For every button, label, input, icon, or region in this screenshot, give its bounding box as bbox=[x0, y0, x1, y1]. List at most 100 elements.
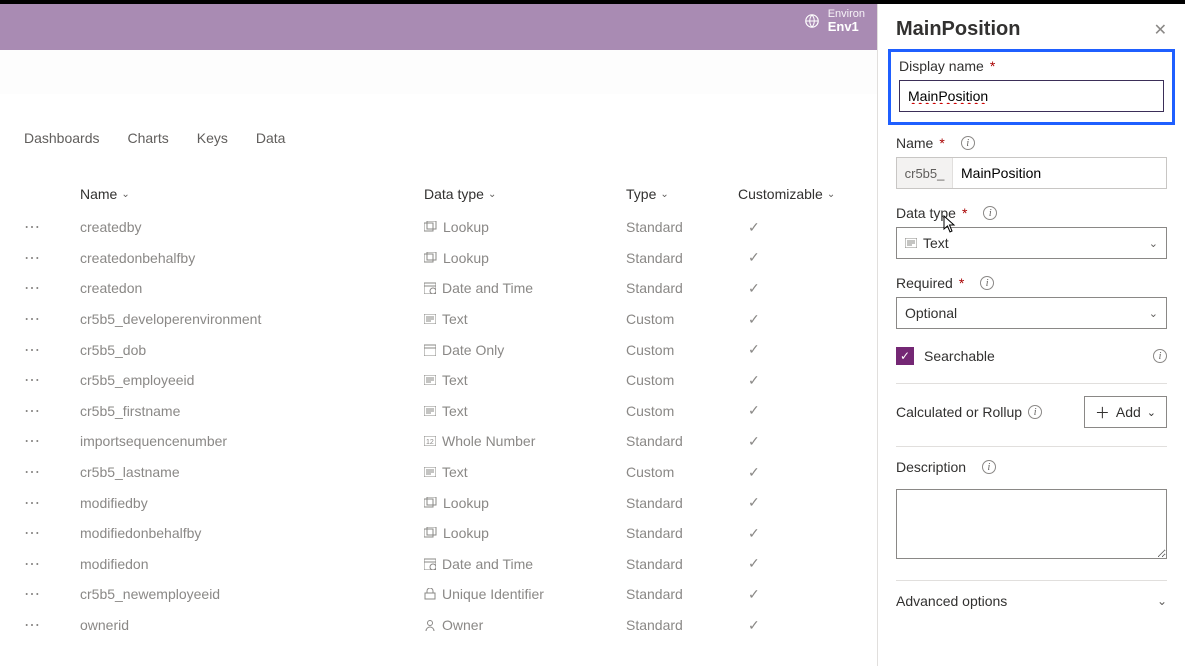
add-button[interactable]: ＋ Add ⌄ bbox=[1084, 396, 1167, 428]
lookup-icon bbox=[424, 497, 437, 509]
check-icon: ✓ bbox=[748, 280, 760, 296]
row-type: Custom bbox=[626, 403, 738, 419]
row-more-icon[interactable]: ⋯ bbox=[24, 615, 80, 635]
col-header-datatype[interactable]: Data type⌄ bbox=[424, 186, 626, 202]
name-input-row: cr5b5_ bbox=[896, 157, 1167, 189]
row-type: Standard bbox=[626, 433, 738, 449]
description-label: Description i bbox=[896, 459, 1167, 475]
info-icon[interactable]: i bbox=[980, 276, 994, 290]
row-name: modifiedon bbox=[80, 556, 424, 572]
col-header-type[interactable]: Type⌄ bbox=[626, 186, 738, 202]
check-icon: ✓ bbox=[748, 402, 760, 418]
datatype-select[interactable]: Text ⌄ bbox=[896, 227, 1167, 259]
check-icon: ✓ bbox=[748, 219, 760, 235]
row-more-icon[interactable]: ⋯ bbox=[24, 401, 80, 421]
environment-name: Env1 bbox=[828, 20, 865, 34]
chevron-down-icon: ⌄ bbox=[827, 189, 835, 200]
row-datatype: Lookup bbox=[443, 219, 489, 235]
datetime-icon bbox=[424, 558, 436, 570]
row-datatype: Date Only bbox=[442, 342, 504, 358]
tab-data[interactable]: Data bbox=[256, 130, 286, 146]
row-more-icon[interactable]: ⋯ bbox=[24, 217, 80, 237]
row-more-icon[interactable]: ⋯ bbox=[24, 462, 80, 482]
row-name: importsequencenumber bbox=[80, 433, 424, 449]
row-type: Standard bbox=[626, 586, 738, 602]
name-prefix: cr5b5_ bbox=[897, 158, 953, 188]
row-more-icon[interactable]: ⋯ bbox=[24, 340, 80, 360]
row-name: createdonbehalfby bbox=[80, 250, 424, 266]
row-datatype: Text bbox=[442, 372, 468, 388]
required-select[interactable]: Optional ⌄ bbox=[896, 297, 1167, 329]
row-type: Custom bbox=[626, 372, 738, 388]
chevron-down-icon: ⌄ bbox=[121, 189, 129, 200]
info-icon[interactable]: i bbox=[1153, 349, 1167, 363]
panel-title: MainPosition bbox=[896, 18, 1020, 41]
row-name: cr5b5_dob bbox=[80, 342, 424, 358]
check-icon: ✓ bbox=[748, 586, 760, 602]
number-icon: 12 bbox=[424, 436, 436, 446]
description-textarea[interactable] bbox=[896, 489, 1167, 559]
row-type: Standard bbox=[626, 250, 738, 266]
row-datatype: Date and Time bbox=[442, 280, 533, 296]
row-type: Standard bbox=[626, 617, 738, 633]
tab-charts[interactable]: Charts bbox=[128, 130, 169, 146]
name-input[interactable] bbox=[953, 158, 1166, 188]
row-more-icon[interactable]: ⋯ bbox=[24, 370, 80, 390]
row-name: cr5b5_firstname bbox=[80, 403, 424, 419]
chevron-down-icon: ⌄ bbox=[488, 189, 496, 200]
text-type-icon bbox=[905, 238, 917, 248]
chevron-down-icon: ⌄ bbox=[660, 189, 668, 200]
row-more-icon[interactable]: ⋯ bbox=[24, 554, 80, 574]
environment-block[interactable]: Environ Env1 bbox=[804, 8, 865, 34]
field-properties-panel: MainPosition ✕ Display name * Name * i c… bbox=[877, 4, 1185, 666]
info-icon[interactable]: i bbox=[983, 206, 997, 220]
col-header-name[interactable]: Name⌄ bbox=[80, 186, 424, 202]
advanced-options-toggle[interactable]: Advanced options ⌄ bbox=[896, 593, 1167, 615]
info-icon[interactable]: i bbox=[961, 136, 975, 150]
check-icon: ✓ bbox=[748, 464, 760, 480]
name-label: Name * i bbox=[896, 135, 1167, 151]
row-more-icon[interactable]: ⋯ bbox=[24, 248, 80, 268]
unique-icon bbox=[424, 588, 436, 600]
required-label: Required * i bbox=[896, 275, 1167, 291]
tab-keys[interactable]: Keys bbox=[197, 130, 228, 146]
row-more-icon[interactable]: ⋯ bbox=[24, 584, 80, 604]
row-more-icon[interactable]: ⋯ bbox=[24, 493, 80, 513]
row-name: createdby bbox=[80, 219, 424, 235]
row-datatype: Lookup bbox=[443, 525, 489, 541]
owner-icon bbox=[424, 619, 436, 631]
required-value: Optional bbox=[905, 305, 957, 321]
close-icon[interactable]: ✕ bbox=[1154, 20, 1167, 40]
check-icon: ✓ bbox=[748, 372, 760, 388]
chevron-down-icon: ⌄ bbox=[1147, 406, 1156, 419]
info-icon[interactable]: i bbox=[982, 460, 996, 474]
row-more-icon[interactable]: ⋯ bbox=[24, 523, 80, 543]
calculated-rollup-label: Calculated or Rollup bbox=[896, 404, 1022, 420]
row-datatype: Text bbox=[442, 464, 468, 480]
row-datatype: Text bbox=[442, 403, 468, 419]
tab-dashboards[interactable]: Dashboards bbox=[24, 130, 100, 146]
row-datatype: Lookup bbox=[443, 495, 489, 511]
row-name: modifiedby bbox=[80, 495, 424, 511]
datatype-label: Data type * i bbox=[896, 205, 1167, 221]
row-datatype: Text bbox=[442, 311, 468, 327]
check-icon: ✓ bbox=[748, 555, 760, 571]
row-name: modifiedonbehalfby bbox=[80, 525, 424, 541]
searchable-checkbox[interactable]: ✓ bbox=[896, 347, 914, 365]
info-icon[interactable]: i bbox=[1028, 405, 1042, 419]
display-name-label: Display name * bbox=[899, 58, 1164, 74]
col-header-customizable[interactable]: Customizable⌄ bbox=[738, 186, 878, 202]
row-more-icon[interactable]: ⋯ bbox=[24, 431, 80, 451]
plus-icon: ＋ bbox=[1095, 402, 1110, 423]
environment-icon bbox=[804, 13, 820, 29]
lookup-icon bbox=[424, 527, 437, 539]
check-icon: ✓ bbox=[748, 341, 760, 357]
row-more-icon[interactable]: ⋯ bbox=[24, 309, 80, 329]
display-name-highlight: Display name * bbox=[888, 49, 1175, 125]
dateonly-icon bbox=[424, 344, 436, 356]
chevron-down-icon: ⌄ bbox=[1157, 594, 1167, 608]
display-name-input[interactable] bbox=[899, 80, 1164, 112]
row-more-icon[interactable]: ⋯ bbox=[24, 278, 80, 298]
check-icon: ✓ bbox=[748, 617, 760, 633]
row-type: Standard bbox=[626, 280, 738, 296]
